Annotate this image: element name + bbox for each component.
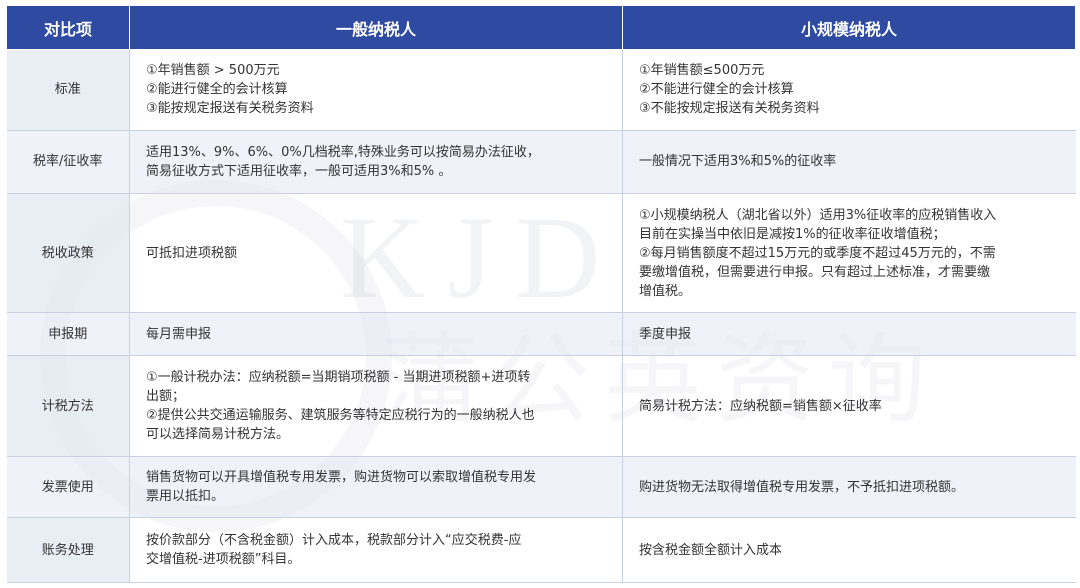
row-tax-method: 计税方法 ①一般计税办法：应纳税额=当期销项税额 - 当期进项税额+进项转 出额； ②… bbox=[6, 355, 1076, 458]
header-general-taxpayer: 一般纳税人 bbox=[129, 5, 623, 50]
small-taxpayer-cell: ①小规模纳税人（湖北省以外）适用3%征收率的应税销售收入 目前在实操当中依旧是减按… bbox=[622, 193, 1076, 313]
small-taxpayer-cell: 季度申报 bbox=[622, 312, 1076, 357]
general-taxpayer-cell: 可抵扣进项税额 bbox=[129, 193, 623, 313]
cell-text-line: 适用13%、9%、6%、0%几档税率,特殊业务可以按简易办法征收， bbox=[146, 144, 540, 160]
row-label: 税收政策 bbox=[6, 193, 130, 313]
cell-text-line: 票用以抵扣。 bbox=[146, 489, 225, 505]
cell-text-line: 出额； bbox=[146, 389, 186, 405]
row-tax-rate: 税率/征收率 适用13%、9%、6%、0%几档税率,特殊业务可以按简易办法征收， 简… bbox=[6, 130, 1076, 195]
row-label: 账务处理 bbox=[6, 517, 130, 583]
row-standard: 标准 ①年销售额 > 500万元 ②能进行健全的会计核算 ③能按规定报送有关税务资料 ①… bbox=[6, 49, 1076, 131]
cell-text-line: ②每月销售额度不超过15万元的或季度不超过45万元的，不需 bbox=[639, 245, 996, 261]
general-taxpayer-cell: 适用13%、9%、6%、0%几档税率,特殊业务可以按简易办法征收， 简易征收方式下… bbox=[129, 130, 623, 195]
row-label: 发票使用 bbox=[6, 456, 130, 519]
cell-text-line: 按价款部分（不含税金额）计入成本，税款部分计入“应交税费-应 bbox=[146, 533, 522, 549]
general-taxpayer-cell: 销售货物可以开具增值税专用发票，购进货物可以索取增值税专用发 票用以抵扣。 bbox=[129, 456, 623, 519]
cell-text-line: 简易计税方法：应纳税额=销售额×征收率 bbox=[639, 398, 882, 414]
row-label: 申报期 bbox=[6, 312, 130, 357]
row-filing-period: 申报期 每月需申报 季度申报 bbox=[6, 312, 1076, 357]
general-taxpayer-cell: ①一般计税办法：应纳税额=当期销项税额 - 当期进项税额+进项转 出额； ②提供公共… bbox=[129, 355, 623, 458]
row-invoice-use: 发票使用 销售货物可以开具增值税专用发票，购进货物可以索取增值税专用发 票用以抵扣。… bbox=[6, 456, 1076, 519]
cell-text-line: 目前在实操当中依旧是减按1%的征收率征收增值税； bbox=[639, 226, 946, 242]
cell-text-line: 可以选择简易计税方法。 bbox=[146, 427, 290, 443]
cell-text-line: 可抵扣进项税额 bbox=[146, 245, 238, 261]
row-label: 标准 bbox=[6, 49, 130, 131]
comparison-table: 对比项 一般纳税人 小规模纳税人 标准 ①年销售额 > 500万元 ②能进行健全的会… bbox=[6, 5, 1076, 583]
row-label: 税率/征收率 bbox=[6, 130, 130, 195]
general-taxpayer-cell: 每月需申报 bbox=[129, 312, 623, 357]
small-taxpayer-cell: ①年销售额≤500万元 ②不能进行健全的会计核算 ③不能按规定报送有关税务资料 bbox=[622, 49, 1076, 131]
row-label: 计税方法 bbox=[6, 355, 130, 458]
cell-text-line: 交增值税-进项税额”科目。 bbox=[146, 552, 301, 568]
row-tax-policy: 税收政策 可抵扣进项税额 ①小规模纳税人（湖北省以外）适用3%征收率的应税销售收入目… bbox=[6, 193, 1076, 313]
cell-text-line: 简易征收方式下适用征收率，一般可适用3%和5% 。 bbox=[146, 163, 452, 179]
cell-text-line: 按含税金额全额计入成本 bbox=[639, 542, 783, 558]
cell-text-line: ③能按规定报送有关税务资料 bbox=[146, 101, 314, 117]
header-row: 对比项 一般纳税人 小规模纳税人 bbox=[6, 5, 1076, 50]
small-taxpayer-cell: 一般情况下适用3%和5%的征收率 bbox=[622, 130, 1076, 195]
cell-text-line: ③不能按规定报送有关税务资料 bbox=[639, 101, 820, 117]
cell-text-line: 购进货物无法取得增值税专用发票，不予抵扣进项税额。 bbox=[639, 479, 965, 495]
small-taxpayer-cell: 简易计税方法：应纳税额=销售额×征收率 bbox=[622, 355, 1076, 458]
cell-text-line: ①一般计税办法：应纳税额=当期销项税额 - 当期进项税额+进项转 bbox=[146, 370, 531, 386]
cell-text-line: 销售货物可以开具增值税专用发票，购进货物可以索取增值税专用发 bbox=[146, 470, 537, 486]
small-taxpayer-cell: 按含税金额全额计入成本 bbox=[622, 517, 1076, 583]
cell-text-line: 一般情况下适用3%和5%的征收率 bbox=[639, 154, 837, 170]
general-taxpayer-cell: ①年销售额 > 500万元 ②能进行健全的会计核算 ③能按规定报送有关税务资料 bbox=[129, 49, 623, 131]
cell-text-line: ②提供公共交通运输服务、建筑服务等特定应税行为的一般纳税人也 bbox=[146, 408, 535, 424]
header-small-taxpayer: 小规模纳税人 bbox=[622, 5, 1076, 50]
cell-text-line: ②不能进行健全的会计核算 bbox=[639, 82, 794, 98]
cell-text-line: ①年销售额≤500万元 bbox=[639, 63, 765, 79]
cell-text-line: ①年销售额 > 500万元 bbox=[146, 63, 280, 79]
small-taxpayer-cell: 购进货物无法取得增值税专用发票，不予抵扣进项税额。 bbox=[622, 456, 1076, 519]
cell-text-line: ①小规模纳税人（湖北省以外）适用3%征收率的应税销售收入 bbox=[639, 207, 997, 223]
general-taxpayer-cell: 按价款部分（不含税金额）计入成本，税款部分计入“应交税费-应 交增值税-进项税额”… bbox=[129, 517, 623, 583]
row-accounting: 账务处理 按价款部分（不含税金额）计入成本，税款部分计入“应交税费-应 交增值税-进… bbox=[6, 517, 1076, 583]
header-item: 对比项 bbox=[6, 5, 130, 50]
cell-text-line: ②能进行健全的会计核算 bbox=[146, 82, 288, 98]
cell-text-line: 要缴增值税，但需要进行申报。只有超过上述标准，才需要缴 bbox=[639, 264, 991, 280]
cell-text-line: 增值税。 bbox=[639, 283, 692, 299]
cell-text-line: 每月需申报 bbox=[146, 326, 212, 342]
cell-text-line: 季度申报 bbox=[639, 326, 692, 342]
